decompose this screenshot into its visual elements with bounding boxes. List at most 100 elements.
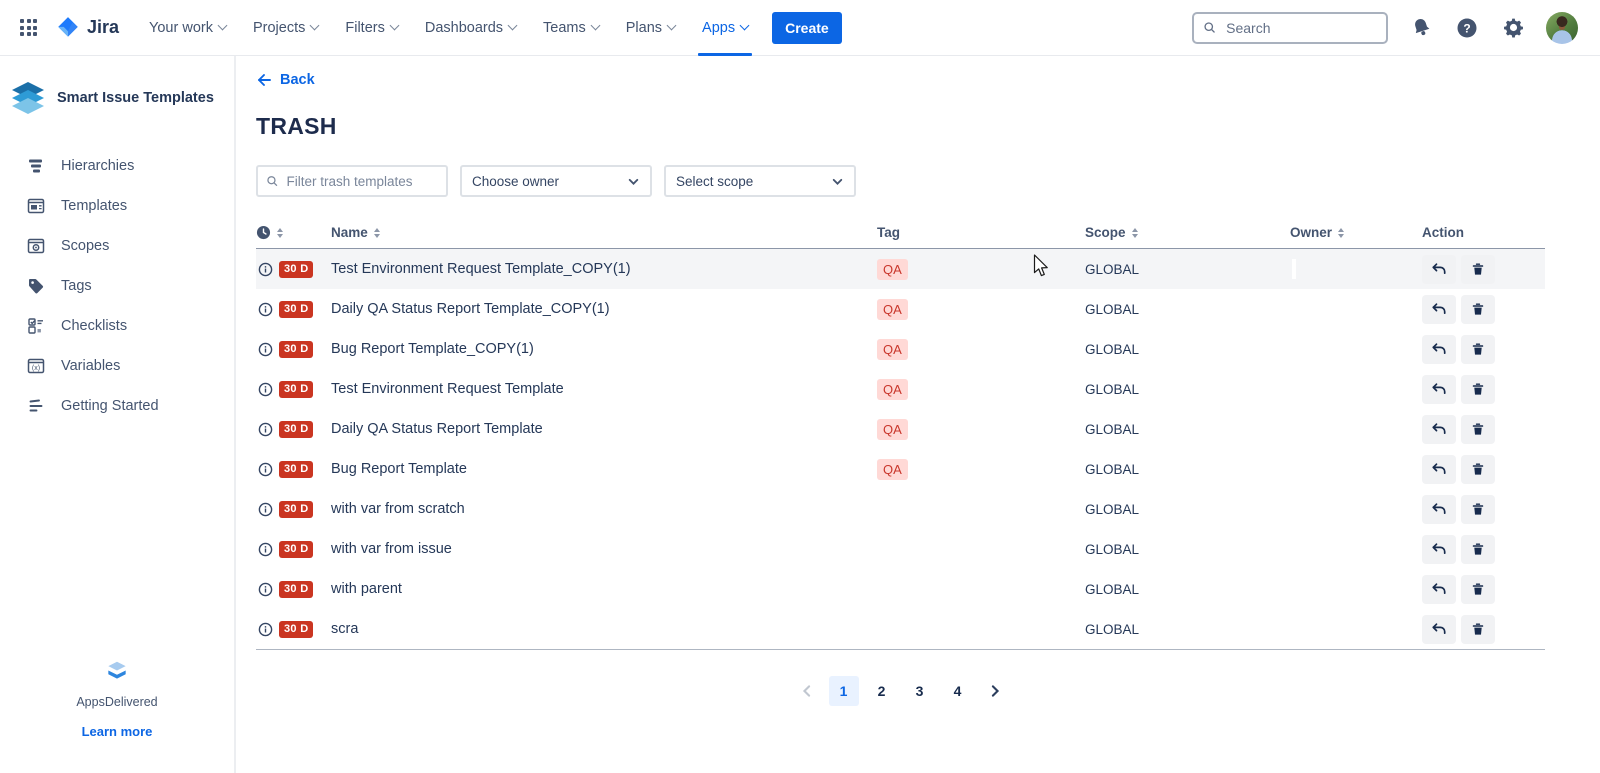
delete-forever-button[interactable]: [1461, 295, 1495, 324]
learn-more-link[interactable]: Learn more: [0, 724, 234, 739]
restore-button[interactable]: [1422, 455, 1456, 484]
pagination-next[interactable]: [981, 677, 1009, 705]
restore-button[interactable]: [1422, 495, 1456, 524]
delete-forever-button[interactable]: [1461, 255, 1495, 284]
nav-item-dashboards[interactable]: Dashboards: [425, 20, 516, 36]
table-row[interactable]: 30 DDaily QA Status Report Template_COPY…: [256, 289, 1545, 329]
delete-forever-button[interactable]: [1461, 375, 1495, 404]
nav-item-label: Teams: [543, 20, 586, 36]
tag-badge: QA: [877, 259, 908, 280]
help-icon[interactable]: ?: [1454, 15, 1480, 41]
restore-button[interactable]: [1422, 295, 1456, 324]
table-row[interactable]: 30 DDaily QA Status Report TemplateQAGLO…: [256, 409, 1545, 449]
table-row[interactable]: 30 Dwith var from scratchGLOBAL: [256, 489, 1545, 529]
template-name: scra: [331, 621, 877, 637]
info-icon[interactable]: [258, 582, 273, 597]
sidebar-item-label: Variables: [61, 358, 120, 374]
restore-button[interactable]: [1422, 575, 1456, 604]
info-icon[interactable]: [258, 422, 273, 437]
pagination-page-3[interactable]: 3: [905, 676, 935, 706]
table-row[interactable]: 30 DTest Environment Request Template_CO…: [256, 249, 1545, 289]
restore-button[interactable]: [1422, 415, 1456, 444]
delete-forever-button[interactable]: [1461, 335, 1495, 364]
main-content: Back TRASH Choose owner Select scope: [236, 56, 1600, 773]
info-icon[interactable]: [258, 382, 273, 397]
delete-forever-button[interactable]: [1461, 535, 1495, 564]
select-scope-value: Select scope: [676, 174, 753, 189]
pagination-page-2[interactable]: 2: [867, 676, 897, 706]
back-arrow-icon: [256, 72, 272, 88]
delete-forever-button[interactable]: [1461, 575, 1495, 604]
delete-forever-button[interactable]: [1461, 495, 1495, 524]
restore-button[interactable]: [1422, 615, 1456, 644]
delete-forever-button[interactable]: [1461, 415, 1495, 444]
sidebar-item-checklists[interactable]: Checklists: [0, 306, 234, 346]
sort-icon: [1132, 228, 1138, 238]
restore-button[interactable]: [1422, 535, 1456, 564]
variables-icon: (x): [26, 356, 46, 376]
user-avatar[interactable]: [1546, 12, 1578, 44]
info-icon[interactable]: [258, 342, 273, 357]
jira-logo-icon: [55, 15, 81, 41]
sidebar-item-variables[interactable]: (x) Variables: [0, 346, 234, 386]
column-ttl[interactable]: [256, 225, 331, 240]
settings-gear-icon[interactable]: [1500, 15, 1526, 41]
sidebar-item-hierarchies[interactable]: Hierarchies: [0, 146, 234, 186]
global-search-input[interactable]: [1224, 19, 1377, 37]
sidebar-item-templates[interactable]: Templates: [0, 186, 234, 226]
chevron-down-icon: [627, 175, 640, 188]
jira-logo[interactable]: Jira: [55, 15, 119, 41]
table-row[interactable]: 30 Dwith parentGLOBAL: [256, 569, 1545, 609]
choose-owner-value: Choose owner: [472, 174, 559, 189]
restore-button[interactable]: [1422, 255, 1456, 284]
table-row[interactable]: 30 Dwith var from issueGLOBAL: [256, 529, 1545, 569]
back-link[interactable]: Back: [256, 72, 315, 88]
search-icon: [1203, 20, 1216, 35]
info-icon[interactable]: [258, 302, 273, 317]
nav-item-label: Apps: [702, 20, 735, 36]
table-row[interactable]: 30 DBug Report TemplateQAGLOBAL: [256, 449, 1545, 489]
template-name: Daily QA Status Report Template: [331, 421, 877, 437]
choose-owner-select[interactable]: Choose owner: [460, 165, 652, 197]
delete-forever-button[interactable]: [1461, 455, 1495, 484]
nav-item-teams[interactable]: Teams: [543, 20, 599, 36]
nav-item-filters[interactable]: Filters: [345, 20, 397, 36]
info-icon[interactable]: [258, 502, 273, 517]
ttl-badge: 30 D: [279, 621, 313, 638]
info-icon[interactable]: [258, 622, 273, 637]
nav-item-apps[interactable]: Apps: [702, 20, 748, 36]
global-search[interactable]: [1192, 12, 1388, 44]
column-owner[interactable]: Owner: [1290, 225, 1422, 240]
app-switcher-icon[interactable]: [20, 19, 37, 36]
nav-item-plans[interactable]: Plans: [626, 20, 675, 36]
sidebar-item-label: Tags: [61, 278, 92, 294]
restore-button[interactable]: [1422, 375, 1456, 404]
filter-templates-input[interactable]: [284, 173, 438, 190]
sidebar-item-scopes[interactable]: Scopes: [0, 226, 234, 266]
restore-button[interactable]: [1422, 335, 1456, 364]
pagination-page-1[interactable]: 1: [829, 676, 859, 706]
select-scope-select[interactable]: Select scope: [664, 165, 856, 197]
chevron-down-icon: [831, 175, 844, 188]
pagination-page-4[interactable]: 4: [943, 676, 973, 706]
column-name[interactable]: Name: [331, 225, 877, 240]
column-scope[interactable]: Scope: [1085, 225, 1290, 240]
table-row[interactable]: 30 DBug Report Template_COPY(1)QAGLOBAL: [256, 329, 1545, 369]
scope-value: GLOBAL: [1085, 262, 1290, 277]
notifications-bell-icon[interactable]: [1408, 15, 1434, 41]
sidebar-item-tags[interactable]: Tags: [0, 266, 234, 306]
sidebar-item-getting-started[interactable]: Getting Started: [0, 386, 234, 426]
template-name: Test Environment Request Template: [331, 381, 877, 397]
hierarchies-icon: [26, 156, 46, 176]
info-icon[interactable]: [258, 462, 273, 477]
table-row[interactable]: 30 DTest Environment Request TemplateQAG…: [256, 369, 1545, 409]
info-icon[interactable]: [258, 262, 273, 277]
delete-forever-button[interactable]: [1461, 615, 1495, 644]
nav-item-projects[interactable]: Projects: [253, 20, 318, 36]
create-button[interactable]: Create: [772, 12, 842, 44]
filter-templates-field[interactable]: [256, 165, 448, 197]
table-row[interactable]: 30 DscraGLOBAL: [256, 609, 1545, 649]
nav-item-your-work[interactable]: Your work: [149, 20, 226, 36]
info-icon[interactable]: [258, 542, 273, 557]
ttl-badge: 30 D: [279, 541, 313, 558]
